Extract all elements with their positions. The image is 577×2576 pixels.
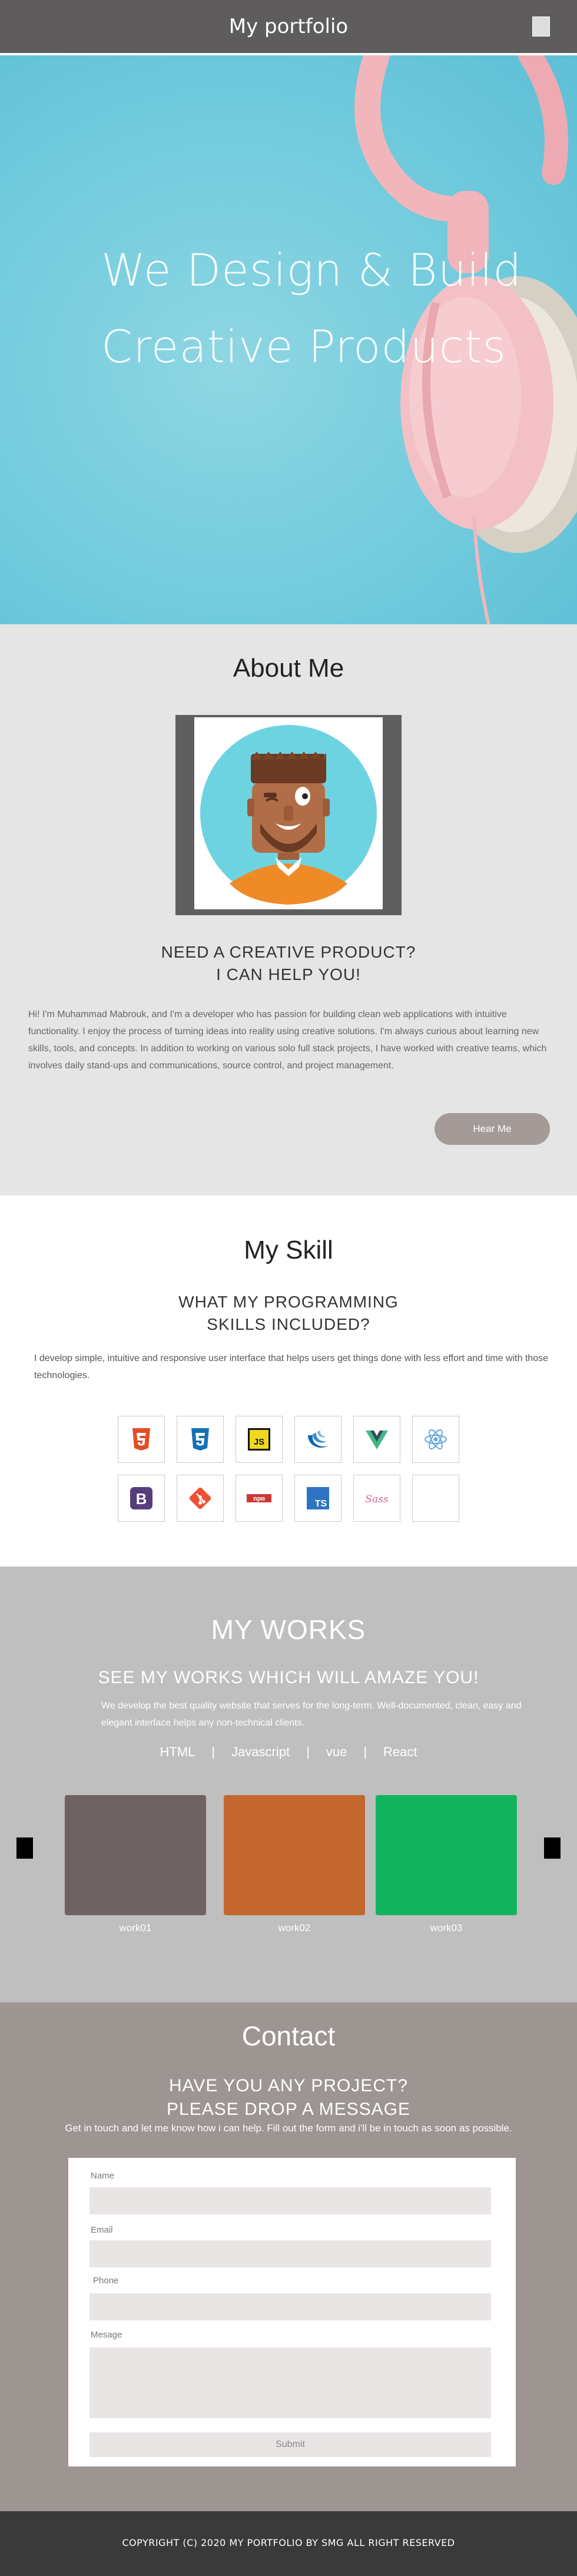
filter-react[interactable]: React (383, 1744, 417, 1759)
filter-javascript[interactable]: Javascript (231, 1744, 290, 1759)
phone-label: Phone (93, 2276, 119, 2286)
filter-separator: | (211, 1744, 215, 1759)
skill-section: My Skill WHAT MY PROGRAMMING SKILLS INCL… (0, 1196, 577, 1567)
about-paragraph: Hi! I'm Muhammad Mabrouk, and I'm a deve… (28, 1009, 547, 1071)
vue-icon (353, 1416, 400, 1463)
work-card-01[interactable] (65, 1795, 206, 1915)
skill-subtitle: WHAT MY PROGRAMMING SKILLS INCLUDED? (0, 1291, 577, 1336)
hero-section: We Design & Build Creative Products (0, 55, 577, 624)
contact-title: Contact (241, 2021, 336, 2051)
name-label: Name (91, 2171, 115, 2181)
hero-headline: We Design & Build Creative Products (101, 232, 522, 385)
works-subtitle: SEE MY WORKS WHICH WILL AMAZE YOU! (98, 1668, 479, 1687)
jquery-icon (294, 1416, 341, 1463)
works-filters: HTML | Javascript | vue | React (0, 1744, 577, 1760)
skill-subtitle-line-1: WHAT MY PROGRAMMING (178, 1293, 399, 1311)
react-icon (412, 1416, 459, 1463)
javascript-icon: JS (236, 1416, 283, 1463)
npm-icon: npm (236, 1475, 283, 1522)
copyright-text: COPYRIGHT (C) 2020 MY PORTFOLIO BY SMG A… (122, 2537, 455, 2548)
carousel-next-arrow[interactable] (544, 1837, 561, 1859)
contact-section: Contact HAVE YOU ANY PROJECT? PLEASE DRO… (0, 2002, 577, 2511)
submit-button[interactable]: Submit (89, 2432, 491, 2457)
svg-text:B: B (136, 1490, 147, 1508)
message-label: Mesage (91, 2330, 122, 2340)
filter-vue[interactable]: vue (326, 1744, 347, 1759)
contact-paragraph: Get in touch and let me know how i can h… (65, 2123, 512, 2134)
about-title: About Me (233, 654, 344, 683)
git-icon (177, 1475, 224, 1522)
email-field[interactable] (89, 2240, 491, 2267)
typescript-icon: TS (294, 1475, 341, 1522)
about-subtitle-line-1: NEED A CREATIVE PRODUCT? (161, 943, 416, 961)
phone-field[interactable] (89, 2293, 491, 2320)
work-label-02: work02 (278, 1922, 311, 1933)
hero-line-1: We Design & Build (101, 244, 522, 296)
developer-avatar (200, 725, 377, 905)
site-title: My portfolio (228, 15, 349, 38)
css3-icon (177, 1416, 224, 1463)
about-section: About Me NEED A CREATIVE PRODUCT? I CAN … (0, 624, 577, 1196)
contact-subtitle-line-2: PLEASE DROP A MESSAGE (167, 2100, 410, 2119)
works-title: MY WORKS (211, 1614, 366, 1645)
bootstrap-icon: B (118, 1475, 165, 1522)
filter-html[interactable]: HTML (160, 1744, 195, 1759)
carousel-prev-arrow[interactable] (16, 1837, 33, 1859)
hear-me-button[interactable]: Hear Me (435, 1113, 550, 1145)
empty-icon (412, 1475, 459, 1522)
filter-separator: | (363, 1744, 367, 1759)
svg-text:TS: TS (315, 1499, 327, 1509)
work-label-01: work01 (119, 1922, 152, 1933)
works-paragraph: We develop the best quality website that… (101, 1701, 522, 1728)
work-card-03[interactable] (376, 1795, 517, 1915)
filter-separator: | (306, 1744, 310, 1759)
name-field[interactable] (89, 2187, 491, 2214)
message-field[interactable] (89, 2347, 491, 2418)
avatar-frame (175, 715, 402, 915)
skill-title: My Skill (244, 1236, 333, 1264)
contact-subtitle: HAVE YOU ANY PROJECT? PLEASE DROP A MESS… (0, 2074, 577, 2121)
site-header: My portfolio (0, 0, 577, 53)
skill-paragraph: I develop simple, intuitive and responsi… (34, 1353, 549, 1380)
svg-text:Sass: Sass (365, 1494, 389, 1505)
works-section: MY WORKS SEE MY WORKS WHICH WILL AMAZE Y… (0, 1567, 577, 2002)
skill-subtitle-line-2: SKILLS INCLUDED? (207, 1315, 370, 1333)
svg-text:npm: npm (253, 1496, 265, 1503)
html5-icon (118, 1416, 165, 1463)
about-subtitle-line-2: I CAN HELP YOU! (216, 965, 361, 984)
menu-icon[interactable] (532, 16, 550, 37)
contact-subtitle-line-1: HAVE YOU ANY PROJECT? (168, 2076, 409, 2095)
about-subtitle: NEED A CREATIVE PRODUCT? I CAN HELP YOU! (0, 941, 577, 986)
work-label-03: work03 (430, 1922, 463, 1933)
avatar (194, 717, 383, 909)
work-card-02[interactable] (224, 1795, 365, 1915)
email-label: Email (91, 2225, 113, 2235)
site-footer: COPYRIGHT (C) 2020 MY PORTFOLIO BY SMG A… (0, 2511, 577, 2576)
hero-line-2: Creative Products (101, 320, 506, 373)
svg-text:JS: JS (254, 1437, 264, 1447)
sass-icon: Sass (353, 1475, 400, 1522)
contact-form: Name Email Phone Mesage Submit (68, 2158, 516, 2466)
